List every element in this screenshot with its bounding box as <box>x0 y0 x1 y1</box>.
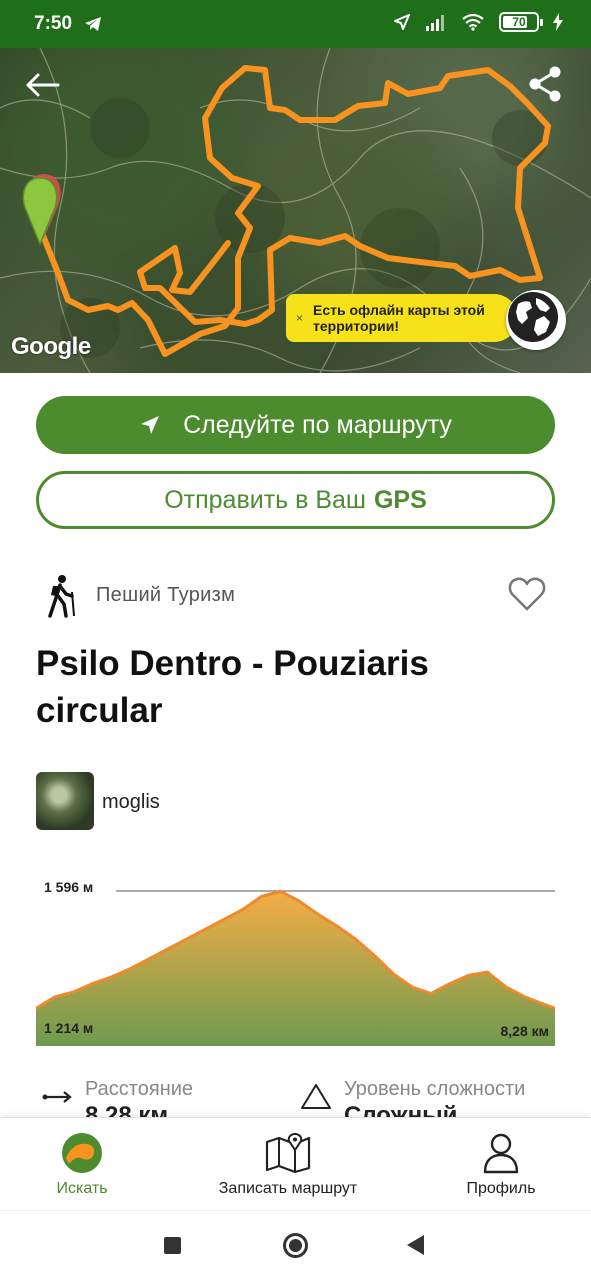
location-arrow-icon <box>394 14 410 30</box>
offline-maps-banner[interactable]: × Есть офлайн карты этой территории! <box>286 294 518 342</box>
profile-icon <box>483 1133 519 1174</box>
wikiloc-logo-icon <box>62 1133 102 1173</box>
nav-record-route-label: Записать маршрут <box>218 1180 358 1197</box>
recent-apps-icon[interactable] <box>164 1237 181 1254</box>
system-back-icon[interactable] <box>407 1235 424 1255</box>
nav-search[interactable]: Искать <box>42 1118 122 1211</box>
hiking-icon <box>48 575 75 618</box>
nav-search-label: Искать <box>56 1180 108 1197</box>
status-icons: 70 <box>393 12 563 32</box>
nav-profile-label: Профиль <box>466 1180 536 1197</box>
wifi-icon <box>462 13 484 31</box>
telegram-icon <box>85 17 101 31</box>
author-name[interactable]: moglis <box>102 791 160 814</box>
elevation-area <box>36 891 555 1046</box>
offline-maps-button[interactable] <box>506 290 566 350</box>
favorite-heart-icon[interactable] <box>508 576 546 612</box>
trail-title: Psilo Dentro - Pouziaris circular <box>36 644 429 730</box>
follow-route-button[interactable]: Следуйте по маршруту <box>36 396 555 454</box>
send-to-gps-label-bold: GPS <box>373 485 427 514</box>
google-logo: Google <box>11 333 91 360</box>
status-bar: 7:50 70 <box>0 0 591 48</box>
nav-record-route[interactable]: Записать маршрут <box>200 1118 376 1211</box>
status-time: 7:50 <box>34 13 73 34</box>
charging-icon <box>553 13 563 31</box>
back-arrow-icon <box>26 73 60 97</box>
battery-level: 70 <box>512 15 526 29</box>
elevation-min-label: 1 214 м <box>44 1020 94 1036</box>
author-avatar[interactable] <box>36 772 94 830</box>
send-to-gps-button[interactable]: Отправить в Ваш GPS <box>36 471 555 529</box>
elevation-max-label: 1 596 м <box>44 879 94 895</box>
follow-route-label: Следуйте по маршруту <box>183 410 452 439</box>
offline-banner-text: Есть офлайн карты этой территории! <box>313 302 485 334</box>
nav-profile[interactable]: Профиль <box>456 1118 546 1211</box>
navigation-arrow-icon <box>141 416 160 434</box>
difficulty-triangle-icon <box>301 1084 331 1109</box>
elevation-distance-label: 8,28 км <box>500 1023 549 1039</box>
globe-icon <box>508 292 558 342</box>
back-button[interactable] <box>22 70 62 100</box>
share-icon <box>529 66 561 102</box>
offline-banner-close[interactable]: × <box>296 311 303 325</box>
system-navigation-bar <box>0 1210 591 1280</box>
route-map[interactable]: Google × Есть офлайн карты этой территор… <box>0 48 591 373</box>
difficulty-label: Уровень сложности <box>344 1078 526 1100</box>
signal-icon <box>426 15 444 31</box>
send-to-gps-label: Отправить в Ваш <box>164 485 366 514</box>
home-icon[interactable] <box>283 1233 308 1258</box>
activity-type: Пеший Туризм <box>96 584 236 606</box>
bottom-navigation: Искать Записать маршрут Профиль <box>0 1117 591 1210</box>
distance-label: Расстояние <box>85 1078 194 1100</box>
elevation-chart <box>36 889 555 1046</box>
battery-icon: 70 <box>499 12 543 32</box>
distance-arrow-icon <box>42 1091 72 1103</box>
map-pin-icon <box>265 1132 311 1174</box>
share-button[interactable] <box>525 64 565 104</box>
